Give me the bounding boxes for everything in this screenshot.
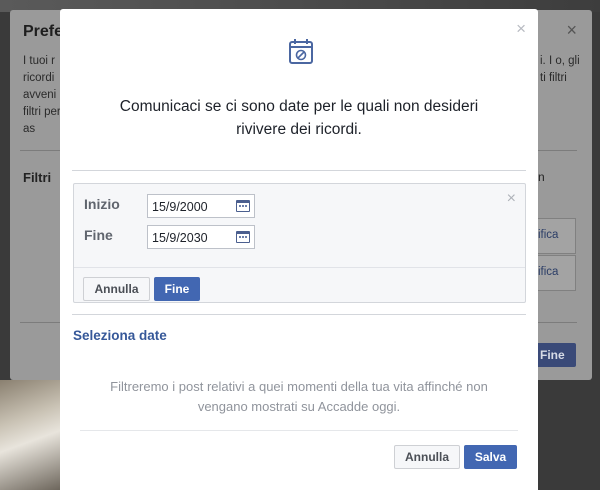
background-dialog-title: Prefe (23, 23, 64, 40)
divider (72, 314, 526, 315)
select-dates-link[interactable]: Seleziona date (73, 328, 167, 343)
background-close-icon: × (566, 20, 577, 40)
date-filter-modal: × Comunicaci se ci sono date per le qual… (60, 9, 538, 490)
start-date-label: Inizio (84, 196, 120, 212)
save-button[interactable]: Salva (464, 445, 517, 469)
info-text: Filtreremo i post relativi a quei moment… (110, 379, 488, 414)
modal-heading: Comunicaci se ci sono date per le quali … (119, 98, 479, 138)
end-date-value: 15/9/2030 (152, 231, 208, 245)
background-photo (0, 380, 60, 490)
divider (74, 267, 525, 268)
background-dialog-text-left: I tuoi r ricordi avveni filtri per as (23, 55, 61, 135)
calendar-icon[interactable] (236, 200, 250, 212)
calendar-block-icon (289, 39, 313, 64)
start-date-field[interactable]: 15/9/2000 (147, 194, 255, 218)
date-done-button[interactable]: Fine (154, 277, 200, 301)
end-date-label: Fine (84, 227, 113, 243)
cancel-button[interactable]: Annulla (394, 445, 460, 469)
divider (80, 430, 518, 431)
date-cancel-button[interactable]: Annulla (83, 277, 150, 301)
end-date-field[interactable]: 15/9/2030 (147, 225, 255, 249)
remove-date-range-icon[interactable]: × (507, 190, 516, 208)
start-date-value: 15/9/2000 (152, 200, 208, 214)
background-filters-label: Filtri (23, 170, 52, 185)
calendar-icon[interactable] (236, 231, 250, 243)
date-range-panel: × Inizio 15/9/2000 Fine 15/9/2030 Annull… (73, 183, 526, 303)
background-dialog-text-right: i. I o, gli ti filtri (540, 55, 580, 84)
divider (72, 170, 526, 171)
background-done-button: Fine (536, 343, 576, 367)
background-right-label: n (538, 170, 545, 184)
close-icon[interactable]: × (516, 19, 526, 39)
